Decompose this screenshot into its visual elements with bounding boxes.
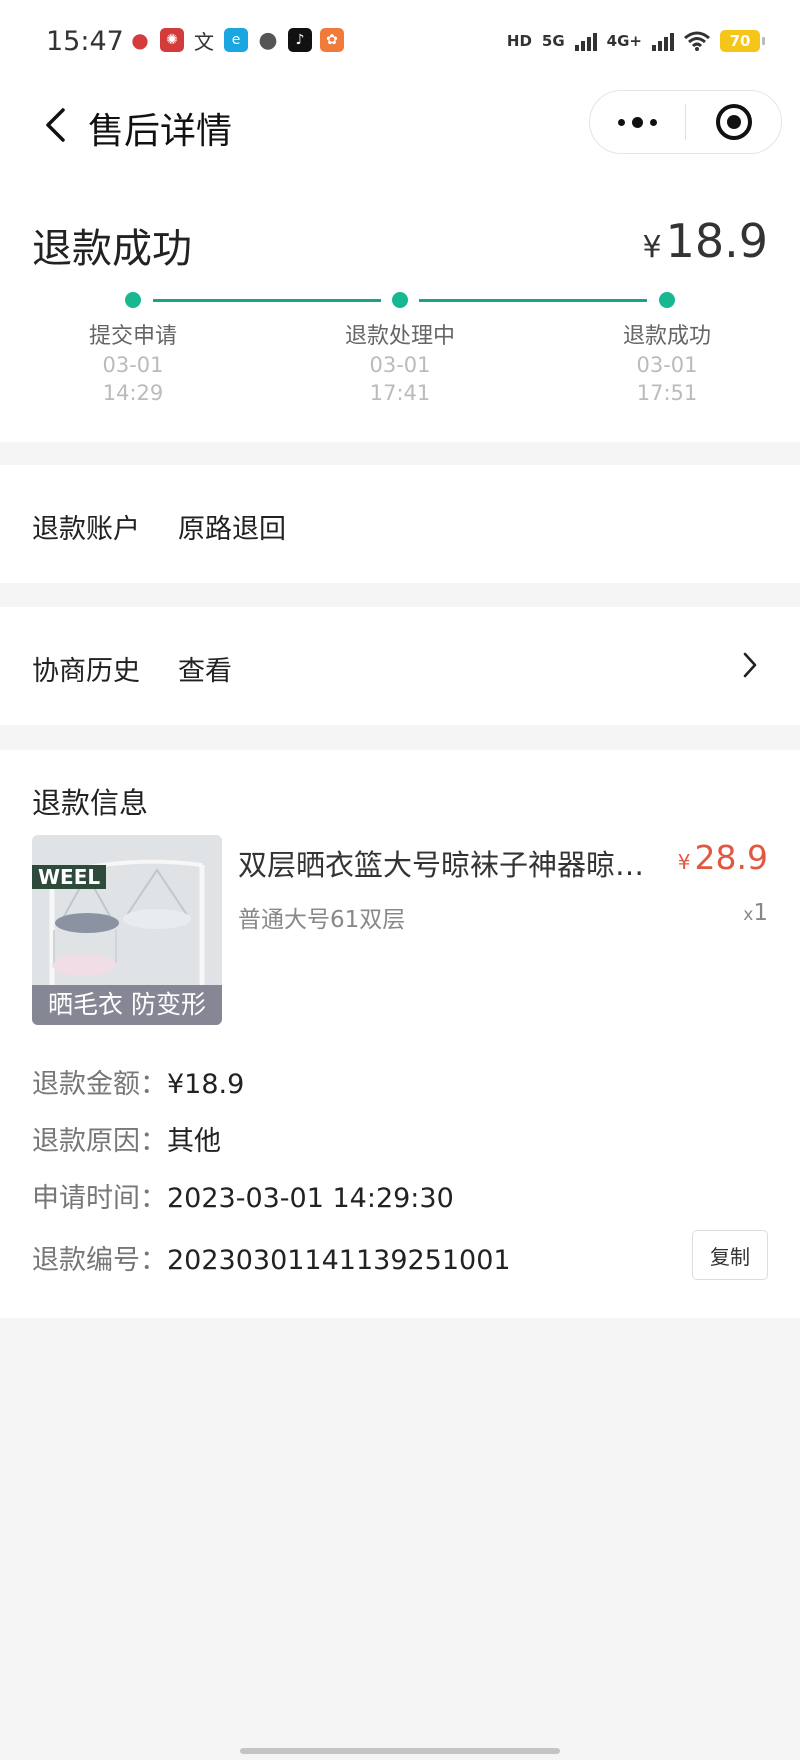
- more-button[interactable]: [590, 91, 685, 153]
- refund-amount: ¥18.9: [642, 214, 768, 268]
- close-miniapp-button[interactable]: [686, 91, 781, 153]
- step-label: 退款成功: [622, 324, 711, 349]
- battery-icon: 70: [720, 30, 765, 52]
- target-icon: [715, 104, 752, 140]
- refund-number-field: 退款编号：20230301141139251001: [32, 1238, 511, 1277]
- signal-icon: [574, 31, 597, 51]
- refund-account-value: 原路退回: [178, 514, 286, 545]
- progress-step: 退款成功 03-01 17:51: [557, 290, 777, 406]
- tiktok-icon: ♪: [288, 28, 312, 52]
- refund-account-row: 退款账户 原路退回: [0, 465, 800, 583]
- browser-icon: e: [224, 28, 248, 52]
- currency-symbol: ¥: [677, 850, 691, 874]
- network-5g: 5G: [541, 32, 565, 50]
- product-quantity: x1: [743, 900, 768, 926]
- field-value: ¥18.9: [167, 1069, 245, 1100]
- chevron-right-icon: [743, 652, 757, 678]
- copy-button[interactable]: 复制: [692, 1230, 768, 1280]
- quantity-value: 1: [753, 900, 768, 926]
- step-date: 03-01: [102, 353, 164, 377]
- refund-amount-field: 退款金额：¥18.9: [32, 1062, 244, 1101]
- field-key: 退款编号：: [32, 1245, 167, 1276]
- field-key: 退款原因：: [32, 1126, 167, 1157]
- step-time: 17:41: [369, 381, 431, 405]
- product-spec: 普通大号61双层: [238, 907, 406, 933]
- chat-bubble-icon: ●: [256, 28, 280, 53]
- wifi-icon: [684, 31, 710, 51]
- status-bar: 15:47 ● ✺ 文 e ● ♪ ✿ HD 5G 4G+ 70: [0, 0, 800, 86]
- signal-icon: [652, 31, 674, 51]
- history-label: 协商历史: [32, 656, 140, 687]
- back-button[interactable]: [30, 100, 80, 150]
- field-value: 2023-03-01 14:29:30: [167, 1183, 454, 1214]
- product-price-value: 28.9: [694, 838, 768, 877]
- system-indicators: HD 5G 4G+ 70: [506, 30, 765, 52]
- view-history-link[interactable]: 查看: [178, 649, 232, 688]
- field-key: 申请时间：: [32, 1183, 167, 1214]
- thumbnail-tag: WEEL: [32, 865, 107, 889]
- translate-icon: 文: [192, 28, 216, 54]
- apply-time-field: 申请时间：2023-03-01 14:29:30: [32, 1176, 454, 1215]
- network-4g: 4G+: [606, 32, 642, 50]
- chevron-left-icon: [46, 108, 65, 142]
- refund-status-title: 退款成功: [32, 226, 192, 272]
- more-dots-icon: [618, 116, 657, 128]
- status-time: 15:47: [46, 26, 124, 57]
- product-price: ¥28.9: [678, 838, 768, 877]
- app-orange-icon: ✿: [320, 28, 344, 52]
- refund-progress: 提交申请 03-01 14:29 退款处理中 03-01 17:41 退款成功 …: [0, 290, 800, 410]
- refund-account-label: 退款账户: [32, 514, 140, 545]
- thumbnail-caption: 晒毛衣 防变形: [32, 985, 222, 1025]
- step-time: 14:29: [102, 381, 164, 405]
- refund-amount-value: 18.9: [665, 214, 768, 268]
- step-dot: [659, 292, 675, 308]
- negotiation-history-row[interactable]: 协商历史 查看: [0, 607, 800, 725]
- miniapp-capsule: [589, 90, 782, 154]
- sparkle-icon: ✺: [160, 28, 184, 52]
- step-dot: [392, 292, 408, 308]
- nav-bar: 售后详情: [0, 86, 800, 166]
- step-label: 退款处理中: [344, 324, 455, 349]
- field-key: 退款金额：: [32, 1069, 167, 1100]
- hd-indicator: HD: [506, 32, 532, 50]
- step-date: 03-01: [369, 353, 431, 377]
- page-title: 售后详情: [88, 111, 233, 152]
- notification-icons: ● ✺ 文 e ● ♪ ✿: [128, 28, 344, 54]
- field-value: 20230301141139251001: [167, 1245, 511, 1276]
- refund-info-title: 退款信息: [32, 786, 149, 820]
- currency-symbol: ¥: [642, 230, 662, 265]
- progress-step: 提交申请 03-01 14:29: [23, 290, 243, 406]
- product-thumbnail[interactable]: WEEL 晒毛衣 防变形: [32, 835, 222, 1025]
- step-time: 17:51: [636, 381, 698, 405]
- refund-reason-field: 退款原因：其他: [32, 1119, 221, 1158]
- progress-step: 退款处理中 03-01 17:41: [290, 290, 510, 406]
- field-value: 其他: [167, 1126, 221, 1157]
- step-label: 提交申请: [88, 324, 177, 349]
- quantity-prefix: x: [743, 905, 754, 925]
- product-name[interactable]: 双层晒衣篮大号晾袜子神器晾…: [238, 842, 678, 884]
- step-dot: [125, 292, 141, 308]
- refund-info-card: 退款信息 WEEL 晒毛衣 防变形 双层晒衣篮大号晾袜子神器晾… ¥28.9 普…: [0, 750, 800, 1318]
- home-indicator[interactable]: [240, 1748, 560, 1754]
- refund-status-card: 退款成功 ¥18.9 提交申请 03-01 14:29 退款处理中 03-01 …: [0, 166, 800, 442]
- map-pin-icon: ●: [128, 28, 152, 52]
- step-date: 03-01: [636, 353, 698, 377]
